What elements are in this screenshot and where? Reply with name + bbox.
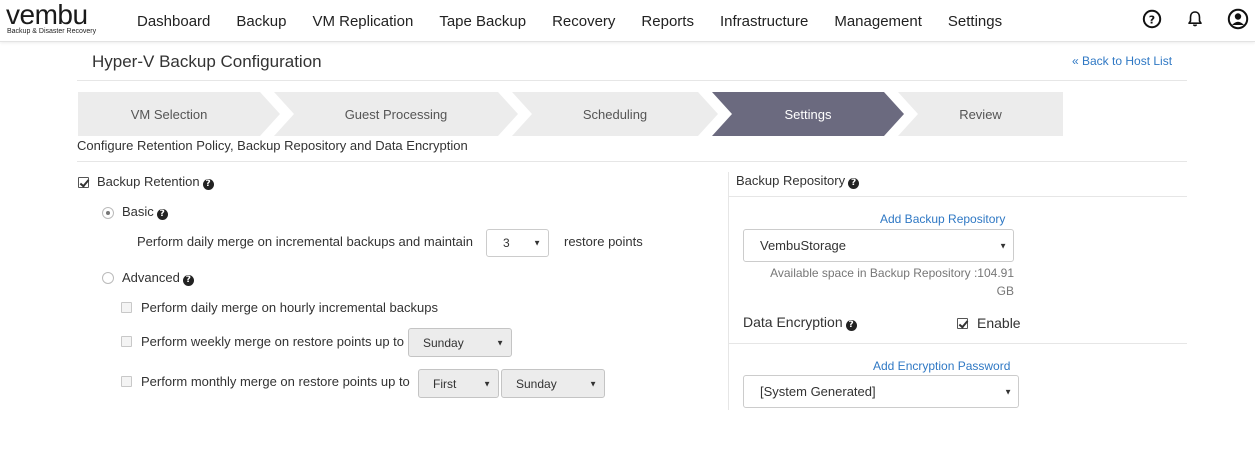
chevron-down-icon: ▼ [1004, 387, 1012, 396]
help-icon[interactable]: ? [845, 320, 857, 331]
basic-label: Basic? [122, 204, 168, 220]
available-space-unit: GB [996, 284, 1014, 298]
chevron-down-icon: ▼ [496, 338, 504, 347]
svg-text:?: ? [1149, 13, 1155, 26]
nav-dashboard[interactable]: Dashboard [137, 13, 210, 30]
backup-retention-checkbox[interactable] [78, 177, 89, 188]
backup-repository-text: Backup Repository [736, 173, 846, 188]
wizard-steps: VM Selection Guest Processing Scheduling… [78, 92, 1063, 136]
chevron-down-icon: ▼ [999, 241, 1007, 250]
chevron-down-icon: ▼ [533, 238, 541, 248]
back-to-host-list-link[interactable]: « Back to Host List [1072, 54, 1172, 68]
monthly-week-value: First [433, 376, 457, 391]
user-account-icon[interactable] [1227, 8, 1249, 30]
backup-repository-title: Backup Repository? [736, 173, 860, 189]
restore-points-suffix: restore points [564, 234, 643, 249]
nav-management[interactable]: Management [834, 13, 922, 30]
help-icon[interactable]: ? [848, 178, 860, 189]
wizard-step-settings[interactable]: Settings [712, 92, 904, 136]
wizard-step-review[interactable]: Review [898, 92, 1063, 136]
advanced-text: Advanced [122, 270, 180, 285]
chevron-down-icon: ▼ [483, 379, 491, 388]
restore-points-value: 3 [503, 236, 510, 250]
backup-repository-select[interactable]: VembuStorage ▼ [743, 229, 1014, 262]
divider [729, 343, 1187, 344]
advanced-retention-radio[interactable] [102, 272, 114, 284]
help-icon[interactable]: ? [156, 209, 168, 220]
monthly-day-value: Sunday [516, 376, 557, 391]
nav-settings[interactable]: Settings [948, 13, 1002, 30]
available-space-line: Available space in Backup Repository :10… [770, 266, 1014, 280]
weekly-merge-checkbox[interactable] [121, 336, 132, 347]
basic-text: Basic [122, 204, 154, 219]
nav-reports[interactable]: Reports [641, 13, 694, 30]
backup-repository-value: VembuStorage [760, 238, 847, 253]
column-divider [728, 172, 729, 410]
divider [77, 80, 1187, 81]
logo-tagline: Backup & Disaster Recovery [7, 28, 97, 35]
hourly-merge-checkbox[interactable] [121, 302, 132, 313]
add-encryption-password-link[interactable]: Add Encryption Password [873, 359, 1010, 373]
data-encryption-title: Data Encryption? [743, 314, 857, 331]
enable-encryption-label: Enable [977, 315, 1021, 331]
vembu-logo[interactable]: vembu Backup & Disaster Recovery [6, 0, 106, 39]
nav-backup[interactable]: Backup [236, 13, 286, 30]
monthly-merge-checkbox[interactable] [121, 376, 132, 387]
nav-tape-backup[interactable]: Tape Backup [439, 13, 526, 30]
divider [77, 161, 1187, 162]
wizard-step-guest-processing[interactable]: Guest Processing [274, 92, 518, 136]
data-encryption-text: Data Encryption [743, 314, 843, 330]
basic-retention-radio[interactable] [102, 207, 114, 219]
logo-wordmark: vembu [6, 0, 88, 30]
bell-icon[interactable] [1184, 8, 1206, 30]
encryption-password-value: [System Generated] [760, 384, 876, 399]
nav-vm-replication[interactable]: VM Replication [312, 13, 413, 30]
weekly-day-select[interactable]: Sunday ▼ [408, 328, 512, 357]
weekly-day-value: Sunday [423, 335, 464, 350]
enable-encryption-checkbox[interactable] [957, 318, 968, 329]
section-subtitle: Configure Retention Policy, Backup Repos… [77, 138, 468, 153]
step-label: VM Selection [130, 106, 208, 122]
help-icon[interactable]: ? [202, 179, 214, 190]
page-title: Hyper-V Backup Configuration [92, 52, 322, 71]
backup-retention-text: Backup Retention [97, 174, 200, 189]
daily-merge-text: Perform daily merge on incremental backu… [137, 234, 474, 249]
nav-infrastructure[interactable]: Infrastructure [720, 13, 808, 30]
available-space-text: Available space in Backup Repository :10… [743, 264, 1014, 300]
backup-retention-label: Backup Retention? [97, 174, 214, 190]
divider [729, 196, 1187, 197]
monthly-merge-text: Perform monthly merge on restore points … [141, 374, 410, 389]
nav-recovery[interactable]: Recovery [552, 13, 615, 30]
top-navigation-bar: vembu Backup & Disaster Recovery Dashboa… [0, 0, 1255, 42]
wizard-step-vm-selection[interactable]: VM Selection [78, 92, 280, 136]
add-backup-repository-link[interactable]: Add Backup Repository [880, 212, 1005, 226]
top-icons: ? [1120, 8, 1249, 30]
advanced-label: Advanced? [122, 270, 194, 286]
wizard-step-scheduling[interactable]: Scheduling [512, 92, 718, 136]
restore-points-select[interactable]: 3 ▼ [486, 229, 549, 257]
monthly-day-select[interactable]: Sunday ▼ [501, 369, 605, 398]
help-circle-icon[interactable]: ? [1141, 8, 1163, 30]
hourly-merge-text: Perform daily merge on hourly incrementa… [141, 300, 438, 315]
step-label: Scheduling [582, 106, 648, 122]
help-icon[interactable]: ? [182, 275, 194, 286]
monthly-week-select[interactable]: First ▼ [418, 369, 499, 398]
main-nav: Dashboard Backup VM Replication Tape Bac… [124, 0, 1015, 42]
weekly-merge-text: Perform weekly merge on restore points u… [141, 334, 405, 349]
step-label: Guest Processing [344, 106, 448, 122]
encryption-password-select[interactable]: [System Generated] ▼ [743, 375, 1019, 408]
chevron-down-icon: ▼ [589, 379, 597, 388]
step-label: Settings [784, 106, 832, 122]
step-label: Review [959, 106, 1002, 122]
